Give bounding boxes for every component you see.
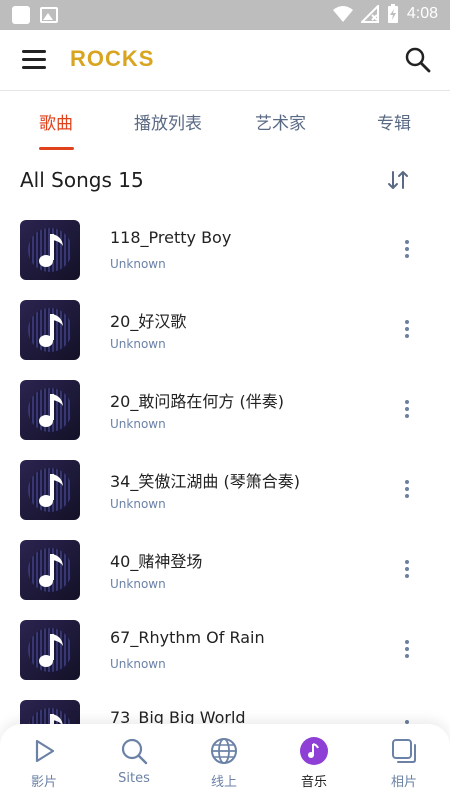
nav-photos-label: 相片 — [390, 775, 417, 790]
nav-videos-label: 影片 — [30, 775, 57, 790]
song-title: 20_好汉歌 — [110, 312, 187, 331]
song-artist: Unknown — [110, 337, 166, 351]
song-row[interactable]: 118_Pretty Boy Unknown — [0, 210, 450, 290]
globe-icon — [211, 738, 237, 764]
music-note-icon — [39, 554, 63, 587]
status-bar: 4:08 — [0, 0, 450, 30]
album-art-thumbnail — [20, 620, 80, 680]
no-signal-icon — [360, 5, 379, 23]
song-title: 40_赌神登场 — [110, 552, 203, 571]
song-artist: Unknown — [110, 417, 166, 431]
music-note-icon — [39, 314, 63, 347]
sort-icon[interactable] — [386, 168, 410, 192]
play-icon — [35, 739, 55, 763]
more-options-icon[interactable] — [404, 240, 410, 260]
music-note-icon — [39, 474, 63, 507]
app-bar: ROCKS — [0, 30, 450, 90]
more-options-icon[interactable] — [404, 560, 410, 580]
song-row[interactable]: 20_好汉歌 Unknown — [0, 290, 450, 370]
song-row[interactable]: 67_Rhythm Of Rain Unknown — [0, 610, 450, 690]
tab-playlists[interactable]: 播放列表 — [134, 109, 202, 134]
tab-bar: 歌曲 播放列表 艺术家 专辑 — [0, 90, 450, 152]
song-title: 118_Pretty Boy — [110, 228, 232, 247]
wifi-icon — [332, 6, 353, 22]
song-artist: Unknown — [110, 497, 166, 511]
nav-videos[interactable]: 影片 — [9, 736, 79, 790]
image-notification-icon — [40, 7, 58, 23]
more-options-icon[interactable] — [404, 640, 410, 660]
music-note-icon — [39, 634, 63, 667]
more-options-icon[interactable] — [404, 480, 410, 500]
nav-music[interactable]: 音乐 — [279, 736, 349, 790]
bottom-navigation: 影片 Sites 线上 音乐 相片 — [0, 724, 450, 800]
song-title: 20_敢问路在何方 (伴奏) — [110, 392, 284, 411]
nav-music-label: 音乐 — [300, 775, 327, 790]
battery-charging-icon — [387, 4, 398, 23]
song-title: 34_笑傲江湖曲 (琴箫合奏) — [110, 472, 300, 491]
song-artist: Unknown — [110, 657, 166, 671]
more-options-icon[interactable] — [404, 320, 410, 340]
music-note-icon — [39, 394, 63, 427]
album-art-thumbnail — [20, 220, 80, 280]
song-count-header: All Songs 15 — [20, 168, 144, 192]
nav-sites-label: Sites — [118, 771, 150, 786]
menu-button[interactable] — [22, 50, 48, 70]
photos-icon — [392, 739, 416, 763]
album-art-thumbnail — [20, 460, 80, 520]
song-list: 118_Pretty Boy Unknown 20_好汉歌 Unknown 20_敢问路… — [0, 210, 450, 770]
song-artist: Unknown — [110, 257, 166, 271]
tab-artists[interactable]: 艺术家 — [255, 109, 306, 134]
status-time: 4:08 — [406, 5, 438, 22]
album-art-thumbnail — [20, 380, 80, 440]
nav-online[interactable]: 线上 — [189, 736, 259, 790]
search-icon[interactable] — [404, 46, 432, 74]
song-artist: Unknown — [110, 577, 166, 591]
tab-albums[interactable]: 专辑 — [377, 109, 411, 134]
song-row[interactable]: 20_敢问路在何方 (伴奏) Unknown — [0, 370, 450, 450]
nav-photos[interactable]: 相片 — [369, 736, 439, 790]
active-tab-indicator — [39, 147, 74, 150]
tab-songs[interactable]: 歌曲 — [39, 109, 73, 134]
song-title: 67_Rhythm Of Rain — [110, 628, 265, 647]
more-options-icon[interactable] — [404, 400, 410, 420]
album-art-thumbnail — [20, 540, 80, 600]
music-note-icon — [300, 737, 328, 765]
song-row[interactable]: 40_赌神登场 Unknown — [0, 530, 450, 610]
app-logo: ROCKS — [70, 46, 155, 71]
search-icon — [121, 738, 148, 765]
nav-sites[interactable]: Sites — [99, 736, 169, 786]
nav-online-label: 线上 — [210, 775, 237, 790]
notification-square-icon — [12, 6, 30, 24]
music-note-icon — [39, 234, 63, 267]
album-art-thumbnail — [20, 300, 80, 360]
song-row[interactable]: 34_笑傲江湖曲 (琴箫合奏) Unknown — [0, 450, 450, 530]
